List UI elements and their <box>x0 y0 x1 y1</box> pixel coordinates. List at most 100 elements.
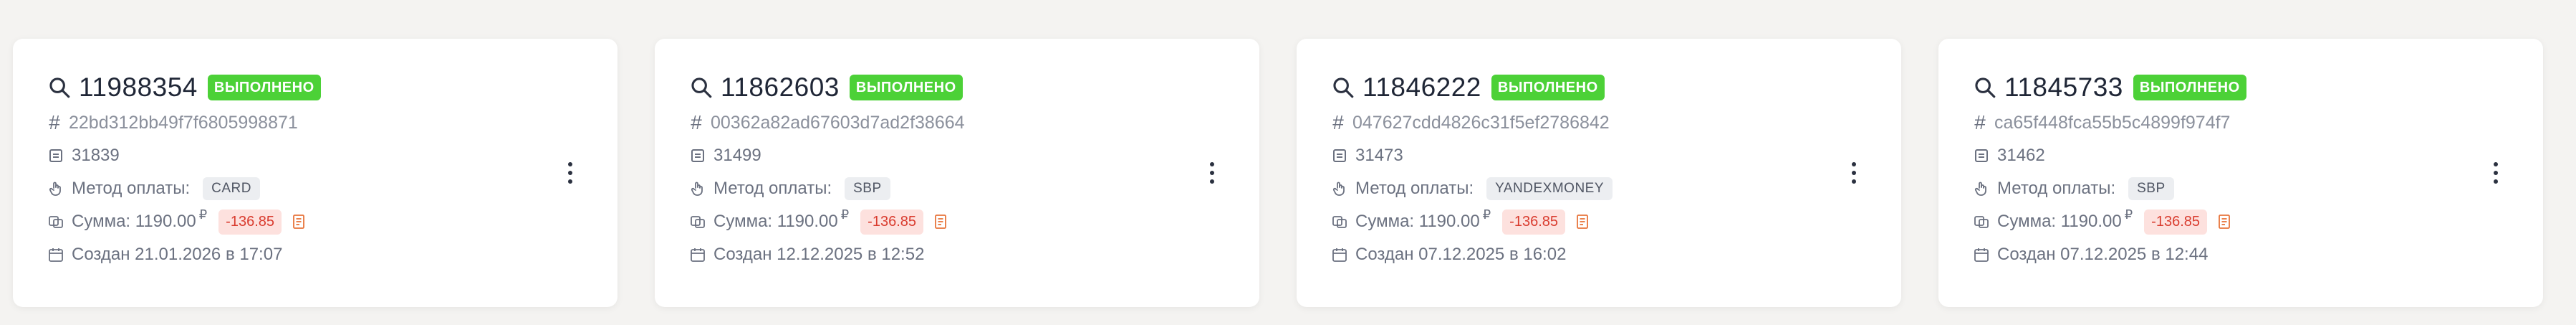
payment-method-chip: CARD <box>203 177 260 200</box>
order-card[interactable]: 11862603 ВЫПОЛНЕНО # 00362a82ad67603d7ad… <box>655 39 1259 307</box>
order-number: 11845733 <box>2004 72 2123 102</box>
pointer-hand-icon <box>49 182 61 196</box>
calendar-icon <box>1974 248 1989 262</box>
record-id: 31462 <box>1997 146 2045 165</box>
pointer-hand-icon <box>1332 182 1345 196</box>
hash-icon: # <box>49 111 60 133</box>
hash-icon: # <box>691 111 702 133</box>
order-card[interactable]: 11846222 ВЫПОЛНЕНО # 047627cdd4826c31f5e… <box>1297 39 1901 307</box>
coins-icon <box>1974 216 1989 228</box>
id-row: 31839 <box>47 139 617 172</box>
order-title-row: 11862603 ВЫПОЛНЕНО <box>689 69 1259 106</box>
fee-chip: -136.85 <box>2144 209 2208 235</box>
created-row: Создан 07.12.2025 в 16:02 <box>1331 238 1901 271</box>
sum-label: Сумма: 1190.00 <box>1997 212 2122 231</box>
search-icon[interactable] <box>1331 75 1355 100</box>
sum-label: Сумма: 1190.00 <box>713 212 838 231</box>
kebab-menu-icon[interactable] <box>1848 161 1860 185</box>
id-row: 31473 <box>1331 139 1901 172</box>
payment-method-row: Метод оплаты: YANDEXMONEY <box>1331 172 1901 205</box>
created-date: Создан 07.12.2025 в 12:44 <box>1997 245 2209 264</box>
record-id: 31839 <box>72 146 120 165</box>
coins-icon <box>1332 216 1347 228</box>
status-badge: ВЫПОЛНЕНО <box>1491 75 1605 100</box>
card-icon <box>49 149 62 162</box>
record-id: 31499 <box>713 146 761 165</box>
hash-icon: # <box>1974 111 1986 133</box>
order-title-row: 11988354 ВЫПОЛНЕНО <box>47 69 617 106</box>
created-date: Создан 07.12.2025 в 16:02 <box>1355 245 1567 264</box>
order-number: 11988354 <box>79 72 198 102</box>
currency-sign: ₽ <box>198 207 208 222</box>
sum-row: Сумма: 1190.00 ₽ -136.85 <box>689 205 1259 238</box>
created-row: Создан 07.12.2025 в 12:44 <box>1973 238 2543 271</box>
transaction-hash: 047627cdd4826c31f5ef2786842 <box>1352 112 1610 133</box>
order-card[interactable]: 11988354 ВЫПОЛНЕНО # 22bd312bb49f7f68059… <box>13 39 617 307</box>
created-date: Создан 21.01.2026 в 17:07 <box>72 245 283 264</box>
search-icon[interactable] <box>47 75 72 100</box>
id-row: 31499 <box>689 139 1259 172</box>
fee-chip: -136.85 <box>860 209 924 235</box>
created-row: Создан 12.12.2025 в 12:52 <box>689 238 1259 271</box>
currency-sign: ₽ <box>2124 207 2133 222</box>
payment-method-row: Метод оплаты: SBP <box>689 172 1259 205</box>
currency-sign: ₽ <box>840 207 850 222</box>
kebab-menu-icon[interactable] <box>564 161 576 185</box>
fee-chip: -136.85 <box>1502 209 1566 235</box>
order-title-row: 11845733 ВЫПОЛНЕНО <box>1973 69 2543 106</box>
payment-method-label: Метод оплаты: <box>72 179 191 198</box>
kebab-menu-icon[interactable] <box>1206 161 1218 185</box>
pointer-hand-icon <box>691 182 703 196</box>
status-badge: ВЫПОЛНЕНО <box>207 75 321 100</box>
transaction-hash: 22bd312bb49f7f6805998871 <box>69 112 298 133</box>
created-date: Создан 12.12.2025 в 12:52 <box>713 245 925 264</box>
receipt-icon[interactable] <box>932 213 949 230</box>
calendar-icon <box>1332 248 1347 262</box>
status-badge: ВЫПОЛНЕНО <box>2133 75 2246 100</box>
transaction-hash: ca65f448fca55b5c4899f974f7 <box>1994 112 2231 133</box>
id-row: 31462 <box>1973 139 2543 172</box>
order-cards-row: 11988354 ВЫПОЛНЕНО # 22bd312bb49f7f68059… <box>13 39 2543 307</box>
payment-method-chip: SBP <box>2128 177 2174 200</box>
sum-row: Сумма: 1190.00 ₽ -136.85 <box>1331 205 1901 238</box>
status-badge: ВЫПОЛНЕНО <box>849 75 963 100</box>
kebab-menu-icon[interactable] <box>2490 161 2501 185</box>
order-title-row: 11846222 ВЫПОЛНЕНО <box>1331 69 1901 106</box>
search-icon[interactable] <box>1973 75 1997 100</box>
hash-row: # ca65f448fca55b5c4899f974f7 <box>1973 106 2543 139</box>
payment-method-row: Метод оплаты: CARD <box>47 172 617 205</box>
coins-icon <box>49 216 63 228</box>
payment-method-label: Метод оплаты: <box>1997 179 2116 198</box>
card-icon <box>691 149 704 162</box>
sum-row: Сумма: 1190.00 ₽ -136.85 <box>47 205 617 238</box>
hash-row: # 00362a82ad67603d7ad2f38664 <box>689 106 1259 139</box>
record-id: 31473 <box>1355 146 1403 165</box>
receipt-icon[interactable] <box>290 213 307 230</box>
payment-method-row: Метод оплаты: SBP <box>1973 172 2543 205</box>
receipt-icon[interactable] <box>1574 213 1591 230</box>
calendar-icon <box>691 248 705 262</box>
payment-method-label: Метод оплаты: <box>1355 179 1474 198</box>
sum-row: Сумма: 1190.00 ₽ -136.85 <box>1973 205 2543 238</box>
payment-method-label: Метод оплаты: <box>713 179 832 198</box>
hash-icon: # <box>1332 111 1344 133</box>
hash-row: # 22bd312bb49f7f6805998871 <box>47 106 617 139</box>
hash-row: # 047627cdd4826c31f5ef2786842 <box>1331 106 1901 139</box>
fee-chip: -136.85 <box>218 209 282 235</box>
sum-label: Сумма: 1190.00 <box>72 212 196 231</box>
transaction-hash: 00362a82ad67603d7ad2f38664 <box>711 112 965 133</box>
order-number: 11846222 <box>1363 72 1481 102</box>
coins-icon <box>691 216 705 228</box>
sum-label: Сумма: 1190.00 <box>1355 212 1480 231</box>
calendar-icon <box>49 248 63 262</box>
search-icon[interactable] <box>689 75 713 100</box>
card-icon <box>1333 149 1346 162</box>
order-number: 11862603 <box>721 72 840 102</box>
card-icon <box>1975 149 1988 162</box>
payment-method-chip: SBP <box>845 177 890 200</box>
order-card[interactable]: 11845733 ВЫПОЛНЕНО # ca65f448fca55b5c489… <box>1938 39 2543 307</box>
created-row: Создан 21.01.2026 в 17:07 <box>47 238 617 271</box>
receipt-icon[interactable] <box>2216 213 2233 230</box>
currency-sign: ₽ <box>1482 207 1491 222</box>
pointer-hand-icon <box>1974 182 1986 196</box>
